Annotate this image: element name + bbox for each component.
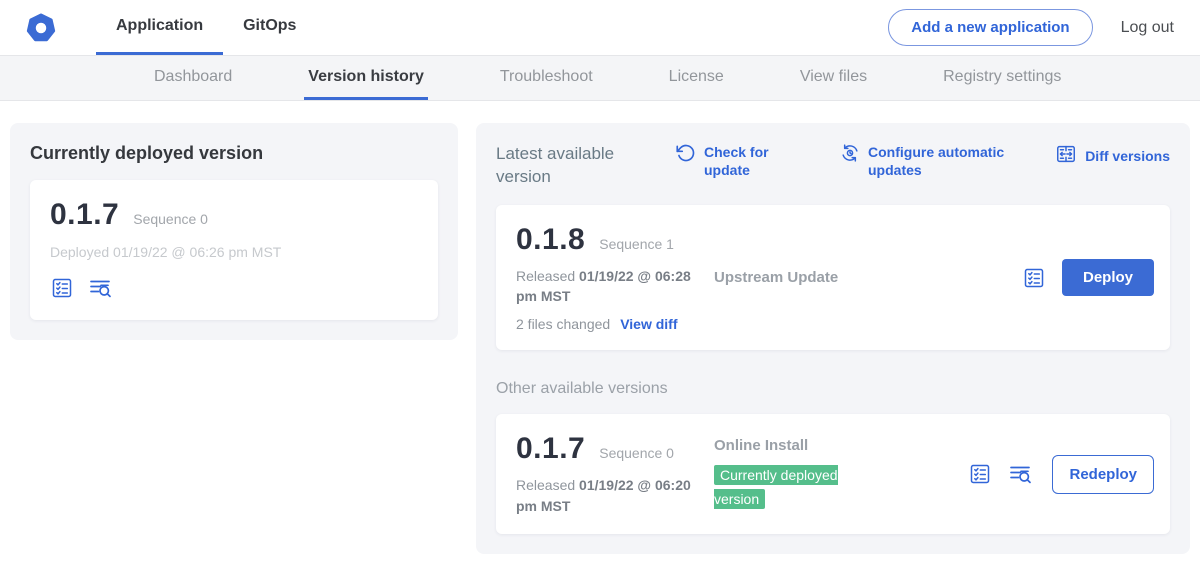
subnav-item-view-files[interactable]: View files	[796, 56, 871, 100]
top-tabs: Application GitOps	[96, 0, 316, 55]
version-source-label: Upstream Update	[714, 269, 1012, 286]
configure-automatic-updates-button[interactable]: Configure automatic updates	[840, 143, 1028, 179]
logout-link[interactable]: Log out	[1121, 19, 1174, 37]
subnav-item-dashboard[interactable]: Dashboard	[150, 56, 236, 100]
view-logs-icon[interactable]	[88, 276, 112, 300]
main-content: Currently deployed version 0.1.7 Sequenc…	[0, 101, 1200, 576]
configure-automatic-updates-label: Configure automatic updates	[868, 143, 1028, 179]
currently-deployed-panel: Currently deployed version 0.1.7 Sequenc…	[10, 123, 458, 340]
released-timestamp: Released 01/19/22 @ 06:28 pm MST	[516, 266, 708, 307]
deployed-timestamp: Deployed 01/19/22 @ 06:26 pm MST	[50, 244, 418, 260]
currently-deployed-title: Currently deployed version	[30, 143, 438, 164]
available-versions-panel: Latest available version Check for updat…	[476, 123, 1190, 554]
tab-gitops[interactable]: GitOps	[223, 0, 316, 55]
refresh-icon	[676, 143, 696, 167]
other-version-source: Online Install Currently deployed versio…	[714, 437, 968, 512]
add-application-button[interactable]: Add a new application	[888, 9, 1092, 46]
released-prefix: Released	[516, 477, 575, 493]
subnav-item-registry-settings[interactable]: Registry settings	[939, 56, 1065, 100]
tab-application-label: Application	[116, 17, 203, 35]
version-row: 0.1.7 Sequence 0	[50, 198, 418, 232]
files-changed-label: 2 files changed	[516, 316, 610, 332]
version-number: 0.1.7	[50, 198, 119, 232]
version-row: 0.1.7 Sequence 0	[516, 432, 714, 466]
files-changed-row: 2 files changed View diff	[516, 316, 714, 332]
sub-nav: Dashboard Version history Troubleshoot L…	[0, 56, 1200, 101]
subnav-item-version-history[interactable]: Version history	[304, 56, 428, 100]
badge-wrap: Currently deployed version	[714, 464, 876, 512]
version-source-label: Online Install	[714, 437, 958, 454]
latest-version-card: 0.1.8 Sequence 1 Released 01/19/22 @ 06:…	[496, 205, 1170, 351]
deploy-button[interactable]: Deploy	[1062, 259, 1154, 296]
latest-available-title: Latest available version	[496, 143, 626, 189]
sequence-label: Sequence 1	[599, 236, 674, 252]
available-versions-header: Latest available version Check for updat…	[496, 143, 1170, 189]
tab-gitops-label: GitOps	[243, 17, 296, 35]
view-diff-link[interactable]: View diff	[620, 316, 677, 332]
latest-version-info: 0.1.8 Sequence 1 Released 01/19/22 @ 06:…	[516, 223, 714, 333]
preflight-checks-icon[interactable]	[1022, 266, 1046, 290]
check-for-update-button[interactable]: Check for update	[676, 143, 788, 179]
deployed-version-card: 0.1.7 Sequence 0 Deployed 01/19/22 @ 06:…	[30, 180, 438, 320]
diff-versions-button[interactable]: Diff versions	[1055, 143, 1170, 169]
subnav-item-troubleshoot[interactable]: Troubleshoot	[496, 56, 597, 100]
other-version-info: 0.1.7 Sequence 0 Released 01/19/22 @ 06:…	[516, 432, 714, 516]
check-for-update-label: Check for update	[704, 143, 788, 179]
latest-version-actions: Deploy	[1022, 259, 1154, 296]
latest-version-source: Upstream Update	[714, 269, 1022, 286]
version-number: 0.1.7	[516, 432, 585, 466]
subnav-item-license[interactable]: License	[665, 56, 728, 100]
other-versions-title: Other available versions	[496, 380, 1170, 398]
diff-versions-label: Diff versions	[1085, 147, 1170, 165]
sequence-label: Sequence 0	[599, 445, 674, 461]
topnav-right: Add a new application Log out	[888, 0, 1174, 55]
version-number: 0.1.8	[516, 223, 585, 257]
preflight-checks-icon[interactable]	[50, 276, 74, 300]
released-prefix: Released	[516, 268, 575, 284]
released-timestamp: Released 01/19/22 @ 06:20 pm MST	[516, 475, 708, 516]
app-logo-icon	[26, 13, 56, 43]
currently-deployed-badge: Currently deployed version	[714, 465, 838, 509]
sequence-label: Sequence 0	[133, 211, 208, 227]
auto-update-icon	[840, 143, 860, 167]
diff-icon	[1055, 143, 1077, 169]
redeploy-button[interactable]: Redeploy	[1052, 455, 1154, 494]
tab-application[interactable]: Application	[96, 0, 223, 55]
version-row: 0.1.8 Sequence 1	[516, 223, 714, 257]
other-version-card: 0.1.7 Sequence 0 Released 01/19/22 @ 06:…	[496, 414, 1170, 534]
top-nav: Application GitOps Add a new application…	[0, 0, 1200, 56]
deployed-card-actions	[50, 276, 418, 300]
preflight-checks-icon[interactable]	[968, 462, 992, 486]
other-version-actions: Redeploy	[968, 455, 1154, 494]
view-logs-icon[interactable]	[1008, 462, 1032, 486]
